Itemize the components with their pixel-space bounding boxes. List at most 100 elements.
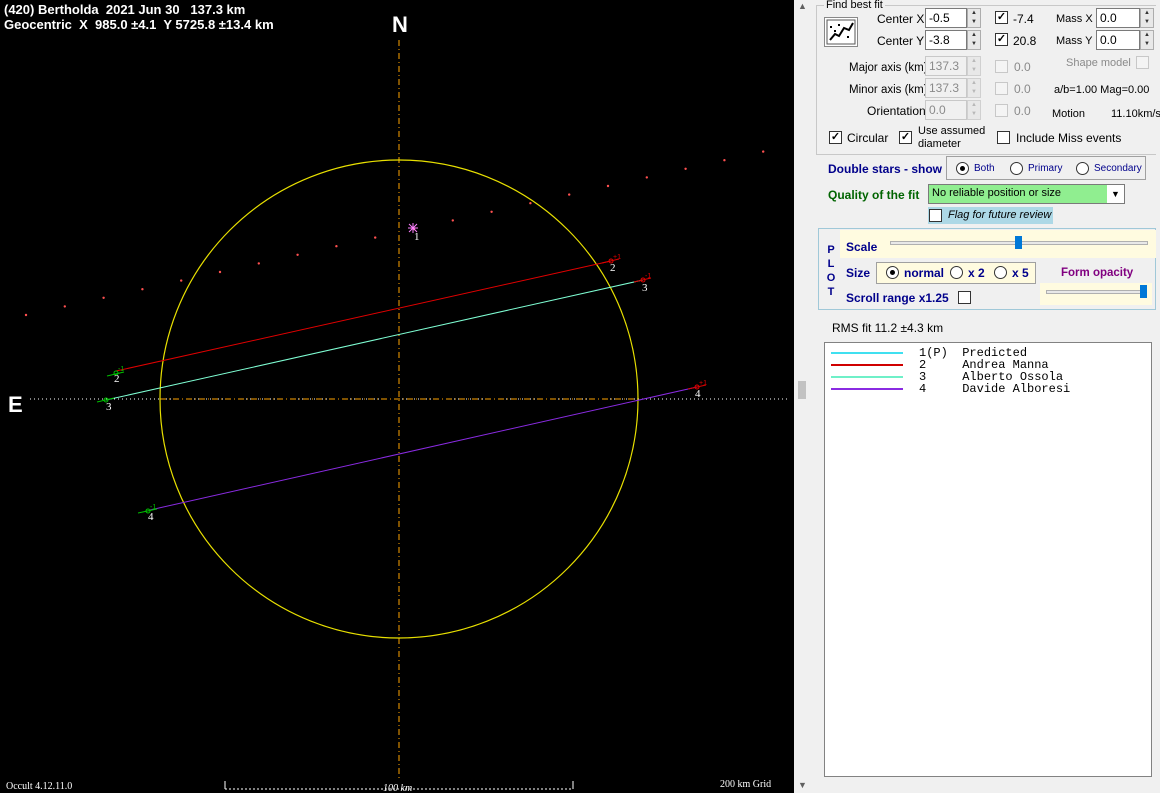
predicted-path-dot: [374, 236, 377, 239]
center-x-input[interactable]: -0.5: [925, 8, 967, 28]
minor-axis-spinner[interactable]: ▲ ▼: [967, 78, 981, 98]
chord-label-1: 1: [414, 231, 420, 243]
scroll-down-arrow-icon[interactable]: ▼: [798, 780, 807, 790]
double-both-radio[interactable]: [956, 162, 969, 175]
scroll-thumb[interactable]: [798, 381, 806, 399]
mass-x-input[interactable]: 0.0: [1096, 8, 1140, 28]
shape-model-label: Shape model: [1066, 57, 1131, 69]
mass-x-spinner[interactable]: ▲ ▼: [1140, 8, 1154, 28]
opacity-slider-thumb[interactable]: [1140, 285, 1147, 298]
quality-of-fit-select[interactable]: No reliable position or size: [928, 184, 1125, 204]
form-opacity-label: Form opacity: [1061, 267, 1134, 279]
chevron-down-icon[interactable]: ▼: [1107, 185, 1124, 203]
mass-y-spinner[interactable]: ▲ ▼: [1140, 30, 1154, 50]
center-x-spinner[interactable]: ▲ ▼: [967, 8, 981, 28]
orientation-spinner[interactable]: ▲ ▼: [967, 100, 981, 120]
motion-value: 11.10km/s: [1111, 108, 1160, 120]
center-y-input[interactable]: -3.8: [925, 30, 967, 50]
predicted-path-dot: [141, 288, 144, 291]
quality-of-fit-label: Quality of the fit: [828, 188, 920, 202]
chord-3-line: [105, 279, 644, 401]
legend-text-4: 4 Davide Alboresi: [919, 382, 1070, 396]
double-primary-radio[interactable]: [1010, 162, 1023, 175]
circular-checkbox[interactable]: ✓: [829, 131, 842, 144]
shape-model-checkbox[interactable]: [1136, 56, 1149, 69]
scale-slider-thumb[interactable]: [1015, 236, 1022, 249]
major-axis-label: Major axis (km): [849, 62, 928, 74]
minor-axis-fit-value: 0.0: [1014, 82, 1031, 96]
chord-label-4a: 4: [148, 511, 154, 523]
use-assumed-label-2: diameter: [918, 138, 961, 150]
predicted-path-dot: [490, 210, 493, 213]
size-x5-radio[interactable]: [994, 266, 1007, 279]
chord-label-3b: 3: [642, 282, 648, 294]
occultation-plot[interactable]: 1 -1 +1 2 2 -1 3 3 -1 +1 4 4 (420) Berth…: [0, 0, 794, 793]
double-stars-label: Double stars - show: [828, 162, 943, 176]
include-miss-checkbox[interactable]: [997, 131, 1010, 144]
orientation-checkbox[interactable]: [995, 104, 1008, 117]
minor-axis-checkbox[interactable]: [995, 82, 1008, 95]
include-miss-label: Include Miss events: [1016, 131, 1122, 145]
scroll-range-label: Scroll range x1.25: [846, 291, 949, 305]
predicted-path-dot: [645, 176, 648, 179]
double-secondary-label: Secondary: [1094, 163, 1142, 174]
minor-axis-input[interactable]: 137.3: [925, 78, 967, 98]
svg-text:-1: -1: [150, 504, 156, 511]
major-axis-input[interactable]: 137.3: [925, 56, 967, 76]
version-label: Occult 4.12.11.0: [6, 781, 73, 792]
mass-y-label: Mass Y: [1056, 35, 1093, 47]
size-x2-label: x 2: [968, 266, 985, 280]
legend-num: 4: [919, 382, 927, 396]
plot-title-line-1: (420) Bertholda 2021 Jun 30 137.3 km: [4, 2, 246, 17]
rms-fit-label: RMS fit 11.2 ±4.3 km: [832, 321, 944, 335]
major-axis-checkbox[interactable]: [995, 60, 1008, 73]
chord-label-3a: 3: [106, 401, 112, 413]
legend-name: Davide Alboresi: [962, 382, 1071, 396]
predicted-path-dot: [63, 305, 66, 308]
use-assumed-diameter-checkbox[interactable]: ✓: [899, 131, 912, 144]
predicted-path-dot: [296, 253, 299, 256]
predicted-path-dot: [218, 270, 222, 274]
ab-mag-label: a/b=1.00 Mag=0.00: [1054, 84, 1150, 96]
center-y-spinner[interactable]: ▲ ▼: [967, 30, 981, 50]
legend-row: 4 Davide Alboresi: [825, 382, 1145, 396]
plot-letter-p: P: [827, 244, 835, 256]
orientation-input[interactable]: 0.0: [925, 100, 967, 120]
size-label: Size: [846, 266, 871, 280]
find-best-fit-label: Find best fit: [824, 0, 885, 11]
fit-x-checkbox[interactable]: ✓: [995, 11, 1008, 24]
predicted-path-dot: [451, 219, 454, 222]
size-x5-label: x 5: [1012, 266, 1029, 280]
double-secondary-radio[interactable]: [1076, 162, 1089, 175]
fit-chart-icon: [826, 19, 856, 45]
major-axis-fit-value: 0.0: [1014, 60, 1031, 74]
size-x2-radio[interactable]: [950, 266, 963, 279]
minor-axis-label: Minor axis (km): [849, 84, 928, 96]
flag-review-checkbox[interactable]: [929, 209, 942, 222]
opacity-slider-bg: [1040, 283, 1152, 305]
major-axis-spinner[interactable]: ▲ ▼: [967, 56, 981, 76]
chord-label-2b: 2: [610, 262, 616, 274]
fit-y-checkbox[interactable]: ✓: [995, 33, 1008, 46]
svg-text:+1: +1: [613, 254, 621, 261]
circular-label: Circular: [847, 131, 889, 145]
svg-text:-1: -1: [118, 366, 124, 373]
find-best-fit-button[interactable]: [824, 17, 858, 47]
legend-swatch-3: [831, 376, 903, 378]
chord-label-4b: 4: [695, 388, 701, 400]
predicted-path-dot: [257, 262, 260, 265]
opacity-slider-track[interactable]: [1046, 290, 1146, 294]
predicted-path-dot: [24, 313, 28, 317]
plot-vertical-scrollbar[interactable]: ▲ ▼: [794, 0, 810, 793]
east-label: E: [8, 392, 23, 417]
grid-label: 200 km Grid: [720, 779, 772, 790]
mass-y-input[interactable]: 0.0: [1096, 30, 1140, 50]
plot-canvas: 1 -1 +1 2 2 -1 3 3 -1 +1 4 4: [24, 40, 790, 790]
scroll-up-arrow-icon[interactable]: ▲: [798, 1, 807, 11]
size-normal-label: normal: [904, 266, 945, 280]
scroll-range-checkbox[interactable]: [958, 291, 971, 304]
chord-3-reappear-marker: -1: [633, 273, 651, 283]
predicted-path-dot: [529, 202, 532, 205]
orientation-fit-value: 0.0: [1014, 104, 1031, 118]
size-normal-radio[interactable]: [886, 266, 899, 279]
